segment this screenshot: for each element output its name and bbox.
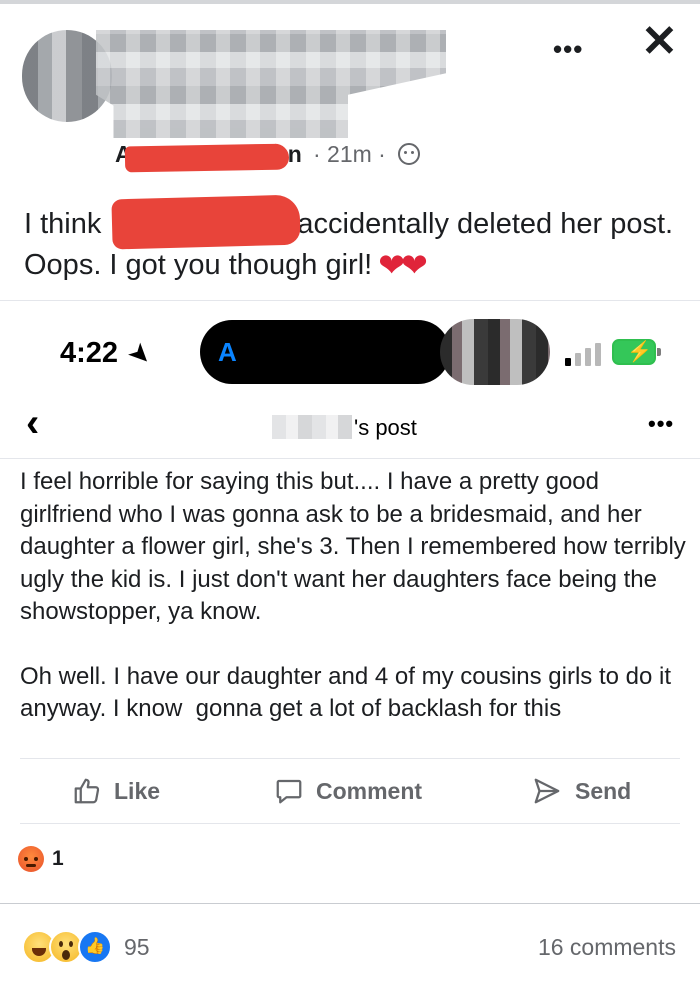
comment-button[interactable]: Comment xyxy=(274,759,422,823)
post-title-suffix: 's post xyxy=(354,415,417,440)
send-label: Send xyxy=(575,777,632,804)
reaction-count[interactable]: 95 xyxy=(124,934,150,961)
like-reaction-icon: 👍 xyxy=(78,930,112,964)
comments-count-link[interactable]: 16 comments xyxy=(538,934,676,961)
divider xyxy=(20,823,680,824)
angry-reaction-summary[interactable]: 1 xyxy=(18,843,64,875)
battery-icon: ⚡ xyxy=(612,339,661,365)
angry-reaction-icon xyxy=(18,846,44,872)
post-navbar: ‹ 's post ••• xyxy=(0,395,700,459)
like-label: Like xyxy=(114,777,161,804)
post-title: 's post xyxy=(272,415,417,441)
globe-icon xyxy=(398,143,420,165)
post-footer: 👍 95 16 comments xyxy=(0,904,700,981)
post-time[interactable]: · 21m · xyxy=(313,141,386,168)
post-paragraph: I feel horrible for saying this but.... … xyxy=(20,468,693,625)
status-time: 4:22 xyxy=(60,337,119,369)
shared-post-body: I feel horrible for saying this but.... … xyxy=(20,466,690,726)
comment-bubble-icon xyxy=(276,779,302,804)
like-button[interactable]: Like xyxy=(72,759,160,823)
thumbs-up-icon xyxy=(74,778,100,804)
caption-start: I think xyxy=(24,208,102,240)
send-button[interactable]: Send xyxy=(531,759,631,823)
more-options-icon[interactable]: ••• xyxy=(648,411,674,437)
phone-status-bar: 4:22 ➤ A ⚡ xyxy=(0,305,700,395)
navigation-arrow-icon: A xyxy=(218,337,237,367)
author-name-blurred xyxy=(96,30,446,138)
action-bar: Like Comment Send xyxy=(0,759,700,823)
blurred-indicator xyxy=(440,319,550,385)
charging-bolt-icon: ⚡ xyxy=(627,341,652,363)
comment-label: Comment xyxy=(316,777,423,804)
angry-reaction-count: 1 xyxy=(52,847,64,870)
location-arrow-icon: ➤ xyxy=(123,337,157,372)
divider xyxy=(0,300,700,301)
dynamic-island xyxy=(200,320,450,384)
poster-name-blurred xyxy=(272,415,352,439)
post-paragraph: Oh well. I have our daughter and 4 of my… xyxy=(20,662,678,723)
heart-emoji-icon: ❤❤ xyxy=(378,247,428,283)
back-chevron-icon[interactable]: ‹ xyxy=(26,403,39,443)
close-icon[interactable]: ✕ xyxy=(641,20,678,64)
redaction-scribble xyxy=(124,143,290,173)
more-options-icon[interactable]: ••• xyxy=(553,34,583,65)
signal-icon xyxy=(565,340,605,366)
redaction-scribble xyxy=(111,194,301,250)
reaction-summary[interactable]: 👍 xyxy=(22,930,122,966)
send-icon xyxy=(534,778,560,804)
